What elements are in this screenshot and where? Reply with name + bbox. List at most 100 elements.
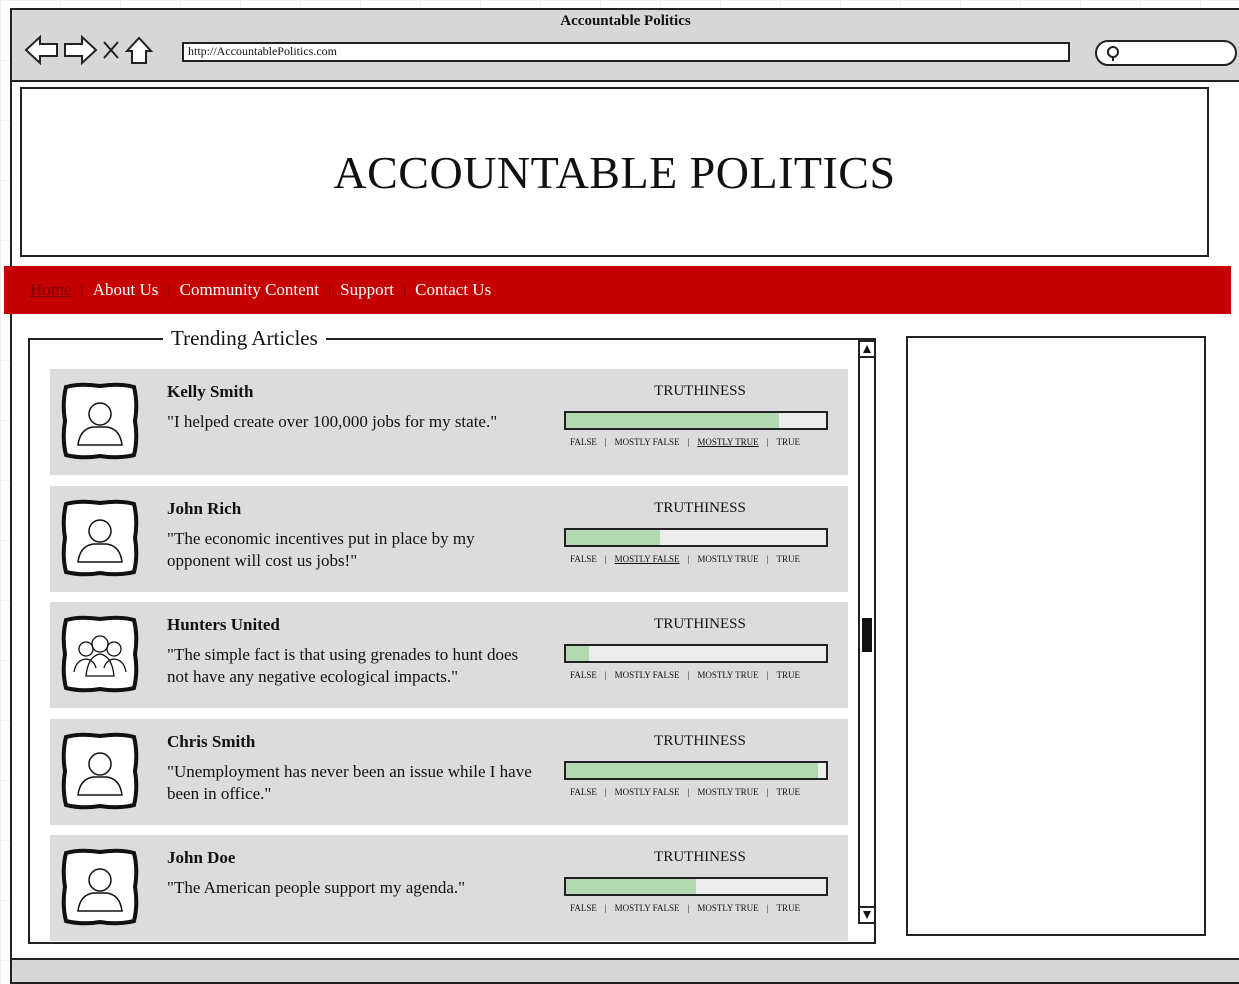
article-quote[interactable]: "The simple fact is that using grenades … — [167, 644, 537, 688]
article-author[interactable]: Kelly Smith — [167, 382, 253, 402]
browser-search-field[interactable] — [1095, 40, 1237, 66]
person-icon — [60, 381, 140, 461]
truthiness-meter — [564, 411, 828, 430]
truthiness-meter — [564, 644, 828, 663]
truthiness-label: TRUTHINESS — [654, 383, 746, 399]
scale-label-false: FALSE — [570, 437, 597, 447]
nav-separator: | — [402, 281, 407, 298]
scale-separator: | — [604, 554, 607, 564]
scale-separator: | — [604, 903, 607, 913]
scrollbar[interactable] — [858, 340, 876, 924]
nav-link-community-content[interactable]: Community Content — [180, 280, 319, 300]
truthiness-meter-fill — [566, 530, 660, 545]
home-icon[interactable] — [124, 34, 154, 66]
scale-label-false: FALSE — [570, 670, 597, 680]
truthiness-scale: FALSE | MOSTLY FALSE | MOSTLY TRUE | TRUE — [570, 670, 830, 680]
scale-separator: | — [766, 670, 769, 680]
scale-label-true: TRUE — [776, 437, 801, 447]
truthiness-meter-fill — [566, 763, 819, 778]
scale-label-mostly-true: MOSTLY TRUE — [697, 787, 759, 797]
scale-label-true: TRUE — [776, 903, 801, 913]
article-author[interactable]: Hunters United — [167, 615, 280, 635]
scale-separator: | — [687, 670, 690, 680]
nav-separator: | — [167, 281, 171, 298]
nav-separator: | — [327, 281, 332, 298]
main-navigation: Home | About Us | Community Content | Support |… — [4, 266, 1231, 314]
site-title: ACCOUNTABLE POLITICS — [333, 146, 896, 198]
truthiness-scale: FALSE | MOSTLY FALSE | MOSTLY TRUE | TRUE — [570, 554, 830, 564]
scale-label-mostly-false: MOSTLY FALSE — [614, 903, 680, 913]
article-quote[interactable]: "Unemployment has never been an issue wh… — [167, 761, 537, 805]
browser-nav-buttons — [24, 34, 154, 66]
url-input[interactable]: http://AccountablePolitics.com — [182, 42, 1070, 62]
scale-separator: | — [766, 554, 769, 564]
person-icon — [60, 847, 140, 927]
truthiness-meter-fill — [566, 413, 780, 428]
article-quote[interactable]: "I helped create over 100,000 jobs for m… — [167, 411, 537, 433]
article-quote[interactable]: "The economic incentives put in place by… — [167, 528, 537, 572]
person-icon — [60, 498, 140, 578]
scale-separator: | — [604, 670, 607, 680]
forward-arrow-icon[interactable] — [62, 34, 98, 66]
browser-toolbar: Accountable Politics http://AccountableP… — [12, 10, 1239, 82]
scale-label-false: FALSE — [570, 903, 597, 913]
article-quote[interactable]: "The American people support my agenda." — [167, 877, 537, 899]
truthiness-meter — [564, 761, 828, 780]
nav-link-contact-us[interactable]: Contact Us — [415, 280, 491, 300]
scale-label-false: FALSE — [570, 787, 597, 797]
scale-separator: | — [604, 787, 607, 797]
scale-label-true: TRUE — [776, 670, 801, 680]
article-author[interactable]: John Doe — [167, 848, 235, 868]
scale-separator: | — [766, 787, 769, 797]
article-card[interactable]: John Rich "The economic incentives put in… — [50, 486, 848, 592]
scale-separator: | — [687, 903, 690, 913]
browser-status-bar — [12, 958, 1239, 982]
article-card[interactable]: Kelly Smith "I helped create over 100,000… — [50, 369, 848, 475]
triangle-down-icon — [863, 911, 871, 919]
scale-label-false: FALSE — [570, 554, 597, 564]
scroll-thumb[interactable] — [862, 618, 872, 652]
scale-separator: | — [687, 437, 690, 447]
truthiness-label: TRUTHINESS — [654, 733, 746, 749]
truthiness-meter-fill — [566, 646, 590, 661]
truthiness-meter — [564, 528, 828, 547]
back-arrow-icon[interactable] — [24, 34, 60, 66]
truthiness-scale: FALSE | MOSTLY FALSE | MOSTLY TRUE | TRUE — [570, 903, 830, 913]
scroll-down-button[interactable] — [860, 906, 874, 922]
article-card[interactable]: Chris Smith "Unemployment has never been … — [50, 719, 848, 825]
scale-label-mostly-true: MOSTLY TRUE — [697, 670, 759, 680]
truthiness-label: TRUTHINESS — [654, 616, 746, 632]
trending-title: Trending Articles — [163, 326, 326, 351]
scroll-up-button[interactable] — [860, 342, 874, 358]
browser-title: Accountable Politics — [560, 13, 691, 29]
truthiness-scale: FALSE | MOSTLY FALSE | MOSTLY TRUE | TRUE — [570, 437, 830, 447]
scale-separator: | — [766, 437, 769, 447]
triangle-up-icon — [863, 345, 871, 353]
scale-label-mostly-true: MOSTLY TRUE — [697, 437, 759, 447]
search-icon — [1107, 46, 1119, 61]
scale-label-mostly-true: MOSTLY TRUE — [697, 554, 759, 564]
stop-x-icon[interactable] — [100, 34, 122, 66]
article-author[interactable]: Chris Smith — [167, 732, 255, 752]
scale-label-mostly-false: MOSTLY FALSE — [614, 670, 680, 680]
scale-label-mostly-false: MOSTLY FALSE — [614, 787, 680, 797]
nav-link-support[interactable]: Support — [340, 280, 394, 300]
truthiness-label: TRUTHINESS — [654, 500, 746, 516]
scale-label-true: TRUE — [776, 554, 801, 564]
truthiness-scale: FALSE | MOSTLY FALSE | MOSTLY TRUE | TRUE — [570, 787, 830, 797]
nav-link-about-us[interactable]: About Us — [93, 280, 159, 300]
scale-separator: | — [766, 903, 769, 913]
article-card[interactable]: Hunters United "The simple fact is that u… — [50, 602, 848, 708]
nav-separator: | — [80, 281, 84, 298]
truthiness-meter-fill — [566, 879, 696, 894]
scale-separator: | — [604, 437, 607, 447]
article-card[interactable]: John Doe "The American people support my … — [50, 835, 848, 941]
article-author[interactable]: John Rich — [167, 499, 241, 519]
scale-separator: | — [687, 787, 690, 797]
scale-label-mostly-false: MOSTLY FALSE — [614, 437, 680, 447]
nav-link-home[interactable]: Home — [30, 280, 72, 300]
scale-label-true: TRUE — [776, 787, 801, 797]
person-icon — [60, 731, 140, 811]
scale-separator: | — [687, 554, 690, 564]
truthiness-label: TRUTHINESS — [654, 849, 746, 865]
